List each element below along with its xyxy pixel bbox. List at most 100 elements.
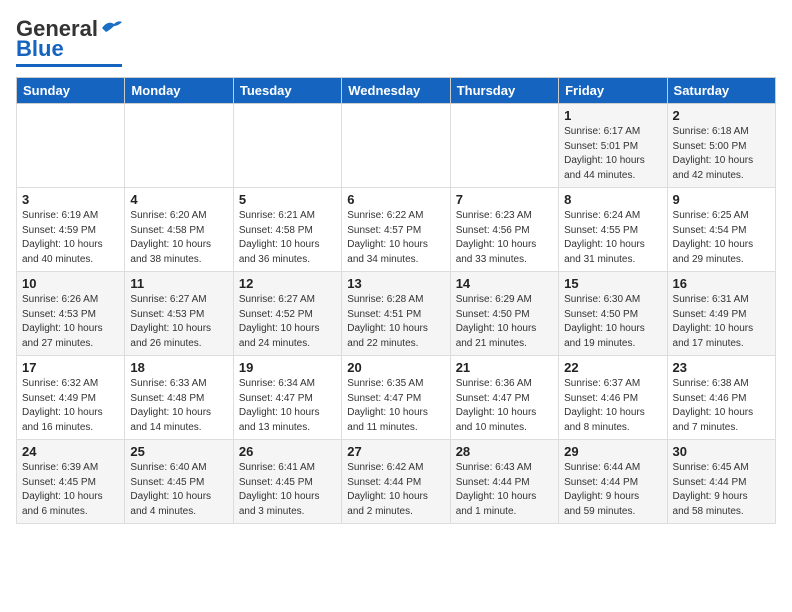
day-number: 4	[130, 192, 227, 207]
day-info: Sunrise: 6:44 AM Sunset: 4:44 PM Dayligh…	[564, 461, 661, 519]
calendar-week-row: 1 Sunrise: 6:17 AM Sunset: 5:01 PM Daylig…	[17, 104, 776, 188]
calendar-week-row: 10 Sunrise: 6:26 AM Sunset: 4:53 PM Dayli…	[17, 272, 776, 356]
weekday-header-monday: Monday	[125, 78, 233, 104]
day-info: Sunrise: 6:31 AM Sunset: 4:49 PM Dayligh…	[673, 293, 770, 351]
calendar-cell: 30 Sunrise: 6:45 AM Sunset: 4:44 PM Dayli…	[667, 440, 775, 524]
day-number: 22	[564, 360, 661, 375]
day-info: Sunrise: 6:24 AM Sunset: 4:55 PM Dayligh…	[564, 209, 661, 267]
day-info: Sunrise: 6:28 AM Sunset: 4:51 PM Dayligh…	[347, 293, 444, 351]
calendar-cell: 22 Sunrise: 6:37 AM Sunset: 4:46 PM Dayli…	[559, 356, 667, 440]
calendar-cell: 5 Sunrise: 6:21 AM Sunset: 4:58 PM Daylig…	[233, 188, 341, 272]
day-number: 2	[673, 108, 770, 123]
calendar-cell: 6 Sunrise: 6:22 AM Sunset: 4:57 PM Daylig…	[342, 188, 450, 272]
day-number: 11	[130, 276, 227, 291]
calendar-cell: 17 Sunrise: 6:32 AM Sunset: 4:49 PM Dayli…	[17, 356, 125, 440]
day-info: Sunrise: 6:35 AM Sunset: 4:47 PM Dayligh…	[347, 377, 444, 435]
day-info: Sunrise: 6:18 AM Sunset: 5:00 PM Dayligh…	[673, 125, 770, 183]
day-number: 27	[347, 444, 444, 459]
calendar-cell: 19Sunrise: 6:34 AM Sunset: 4:47 PM Dayli…	[233, 356, 341, 440]
calendar-header-row: SundayMondayTuesdayWednesdayThursdayFrid…	[17, 78, 776, 104]
day-number: 26	[239, 444, 336, 459]
day-info: Sunrise: 6:26 AM Sunset: 4:53 PM Dayligh…	[22, 293, 119, 351]
day-number: 21	[456, 360, 553, 375]
day-number: 9	[673, 192, 770, 207]
calendar-cell	[450, 104, 558, 188]
logo-blue-text: Blue	[16, 36, 64, 62]
weekday-header-sunday: Sunday	[17, 78, 125, 104]
day-info: Sunrise: 6:25 AM Sunset: 4:54 PM Dayligh…	[673, 209, 770, 267]
calendar-cell: 16 Sunrise: 6:31 AM Sunset: 4:49 PM Dayli…	[667, 272, 775, 356]
calendar-cell: 8 Sunrise: 6:24 AM Sunset: 4:55 PM Daylig…	[559, 188, 667, 272]
calendar-cell: 18Sunrise: 6:33 AM Sunset: 4:48 PM Dayli…	[125, 356, 233, 440]
day-info: Sunrise: 6:40 AM Sunset: 4:45 PM Dayligh…	[130, 461, 227, 519]
calendar-cell: 2 Sunrise: 6:18 AM Sunset: 5:00 PM Daylig…	[667, 104, 775, 188]
logo: General Blue	[16, 16, 122, 67]
day-number: 29	[564, 444, 661, 459]
calendar-cell: 15Sunrise: 6:30 AM Sunset: 4:50 PM Dayli…	[559, 272, 667, 356]
day-info: Sunrise: 6:43 AM Sunset: 4:44 PM Dayligh…	[456, 461, 553, 519]
day-info: Sunrise: 6:19 AM Sunset: 4:59 PM Dayligh…	[22, 209, 119, 267]
calendar-cell: 7Sunrise: 6:23 AM Sunset: 4:56 PM Daylig…	[450, 188, 558, 272]
calendar-cell: 1 Sunrise: 6:17 AM Sunset: 5:01 PM Daylig…	[559, 104, 667, 188]
calendar-cell: 23Sunrise: 6:38 AM Sunset: 4:46 PM Dayli…	[667, 356, 775, 440]
calendar-cell: 12Sunrise: 6:27 AM Sunset: 4:52 PM Dayli…	[233, 272, 341, 356]
weekday-header-wednesday: Wednesday	[342, 78, 450, 104]
calendar-week-row: 17 Sunrise: 6:32 AM Sunset: 4:49 PM Dayli…	[17, 356, 776, 440]
day-info: Sunrise: 6:21 AM Sunset: 4:58 PM Dayligh…	[239, 209, 336, 267]
weekday-header-thursday: Thursday	[450, 78, 558, 104]
day-info: Sunrise: 6:36 AM Sunset: 4:47 PM Dayligh…	[456, 377, 553, 435]
day-number: 17	[22, 360, 119, 375]
day-number: 28	[456, 444, 553, 459]
day-number: 8	[564, 192, 661, 207]
day-number: 6	[347, 192, 444, 207]
day-number: 30	[673, 444, 770, 459]
day-info: Sunrise: 6:45 AM Sunset: 4:44 PM Dayligh…	[673, 461, 770, 519]
calendar-cell: 24Sunrise: 6:39 AM Sunset: 4:45 PM Dayli…	[17, 440, 125, 524]
day-number: 1	[564, 108, 661, 123]
calendar-cell	[125, 104, 233, 188]
day-info: Sunrise: 6:37 AM Sunset: 4:46 PM Dayligh…	[564, 377, 661, 435]
day-info: Sunrise: 6:41 AM Sunset: 4:45 PM Dayligh…	[239, 461, 336, 519]
logo-bird-icon	[100, 18, 122, 36]
weekday-header-saturday: Saturday	[667, 78, 775, 104]
day-number: 19	[239, 360, 336, 375]
day-info: Sunrise: 6:39 AM Sunset: 4:45 PM Dayligh…	[22, 461, 119, 519]
calendar-cell: 29 Sunrise: 6:44 AM Sunset: 4:44 PM Dayli…	[559, 440, 667, 524]
day-info: Sunrise: 6:27 AM Sunset: 4:52 PM Dayligh…	[239, 293, 336, 351]
day-number: 13	[347, 276, 444, 291]
calendar-cell: 27 Sunrise: 6:42 AM Sunset: 4:44 PM Dayli…	[342, 440, 450, 524]
day-info: Sunrise: 6:42 AM Sunset: 4:44 PM Dayligh…	[347, 461, 444, 519]
calendar-cell: 20Sunrise: 6:35 AM Sunset: 4:47 PM Dayli…	[342, 356, 450, 440]
day-number: 3	[22, 192, 119, 207]
calendar-cell: 13 Sunrise: 6:28 AM Sunset: 4:51 PM Dayli…	[342, 272, 450, 356]
calendar-cell: 11Sunrise: 6:27 AM Sunset: 4:53 PM Dayli…	[125, 272, 233, 356]
day-number: 5	[239, 192, 336, 207]
day-info: Sunrise: 6:22 AM Sunset: 4:57 PM Dayligh…	[347, 209, 444, 267]
day-number: 14	[456, 276, 553, 291]
day-info: Sunrise: 6:38 AM Sunset: 4:46 PM Dayligh…	[673, 377, 770, 435]
day-info: Sunrise: 6:17 AM Sunset: 5:01 PM Dayligh…	[564, 125, 661, 183]
calendar-cell	[233, 104, 341, 188]
calendar-cell	[342, 104, 450, 188]
calendar-cell: 4 Sunrise: 6:20 AM Sunset: 4:58 PM Daylig…	[125, 188, 233, 272]
page-header: General Blue	[16, 16, 776, 67]
day-number: 16	[673, 276, 770, 291]
day-info: Sunrise: 6:32 AM Sunset: 4:49 PM Dayligh…	[22, 377, 119, 435]
calendar-cell: 3 Sunrise: 6:19 AM Sunset: 4:59 PM Daylig…	[17, 188, 125, 272]
calendar-cell: 25 Sunrise: 6:40 AM Sunset: 4:45 PM Dayli…	[125, 440, 233, 524]
calendar-cell: 9 Sunrise: 6:25 AM Sunset: 4:54 PM Daylig…	[667, 188, 775, 272]
day-number: 7	[456, 192, 553, 207]
calendar-week-row: 24Sunrise: 6:39 AM Sunset: 4:45 PM Dayli…	[17, 440, 776, 524]
day-info: Sunrise: 6:29 AM Sunset: 4:50 PM Dayligh…	[456, 293, 553, 351]
calendar-cell: 10 Sunrise: 6:26 AM Sunset: 4:53 PM Dayli…	[17, 272, 125, 356]
calendar-cell: 28 Sunrise: 6:43 AM Sunset: 4:44 PM Dayli…	[450, 440, 558, 524]
weekday-header-tuesday: Tuesday	[233, 78, 341, 104]
day-info: Sunrise: 6:33 AM Sunset: 4:48 PM Dayligh…	[130, 377, 227, 435]
day-number: 25	[130, 444, 227, 459]
day-info: Sunrise: 6:20 AM Sunset: 4:58 PM Dayligh…	[130, 209, 227, 267]
day-number: 15	[564, 276, 661, 291]
calendar-cell: 21 Sunrise: 6:36 AM Sunset: 4:47 PM Dayli…	[450, 356, 558, 440]
calendar-cell: 14 Sunrise: 6:29 AM Sunset: 4:50 PM Dayli…	[450, 272, 558, 356]
calendar-week-row: 3 Sunrise: 6:19 AM Sunset: 4:59 PM Daylig…	[17, 188, 776, 272]
day-number: 10	[22, 276, 119, 291]
